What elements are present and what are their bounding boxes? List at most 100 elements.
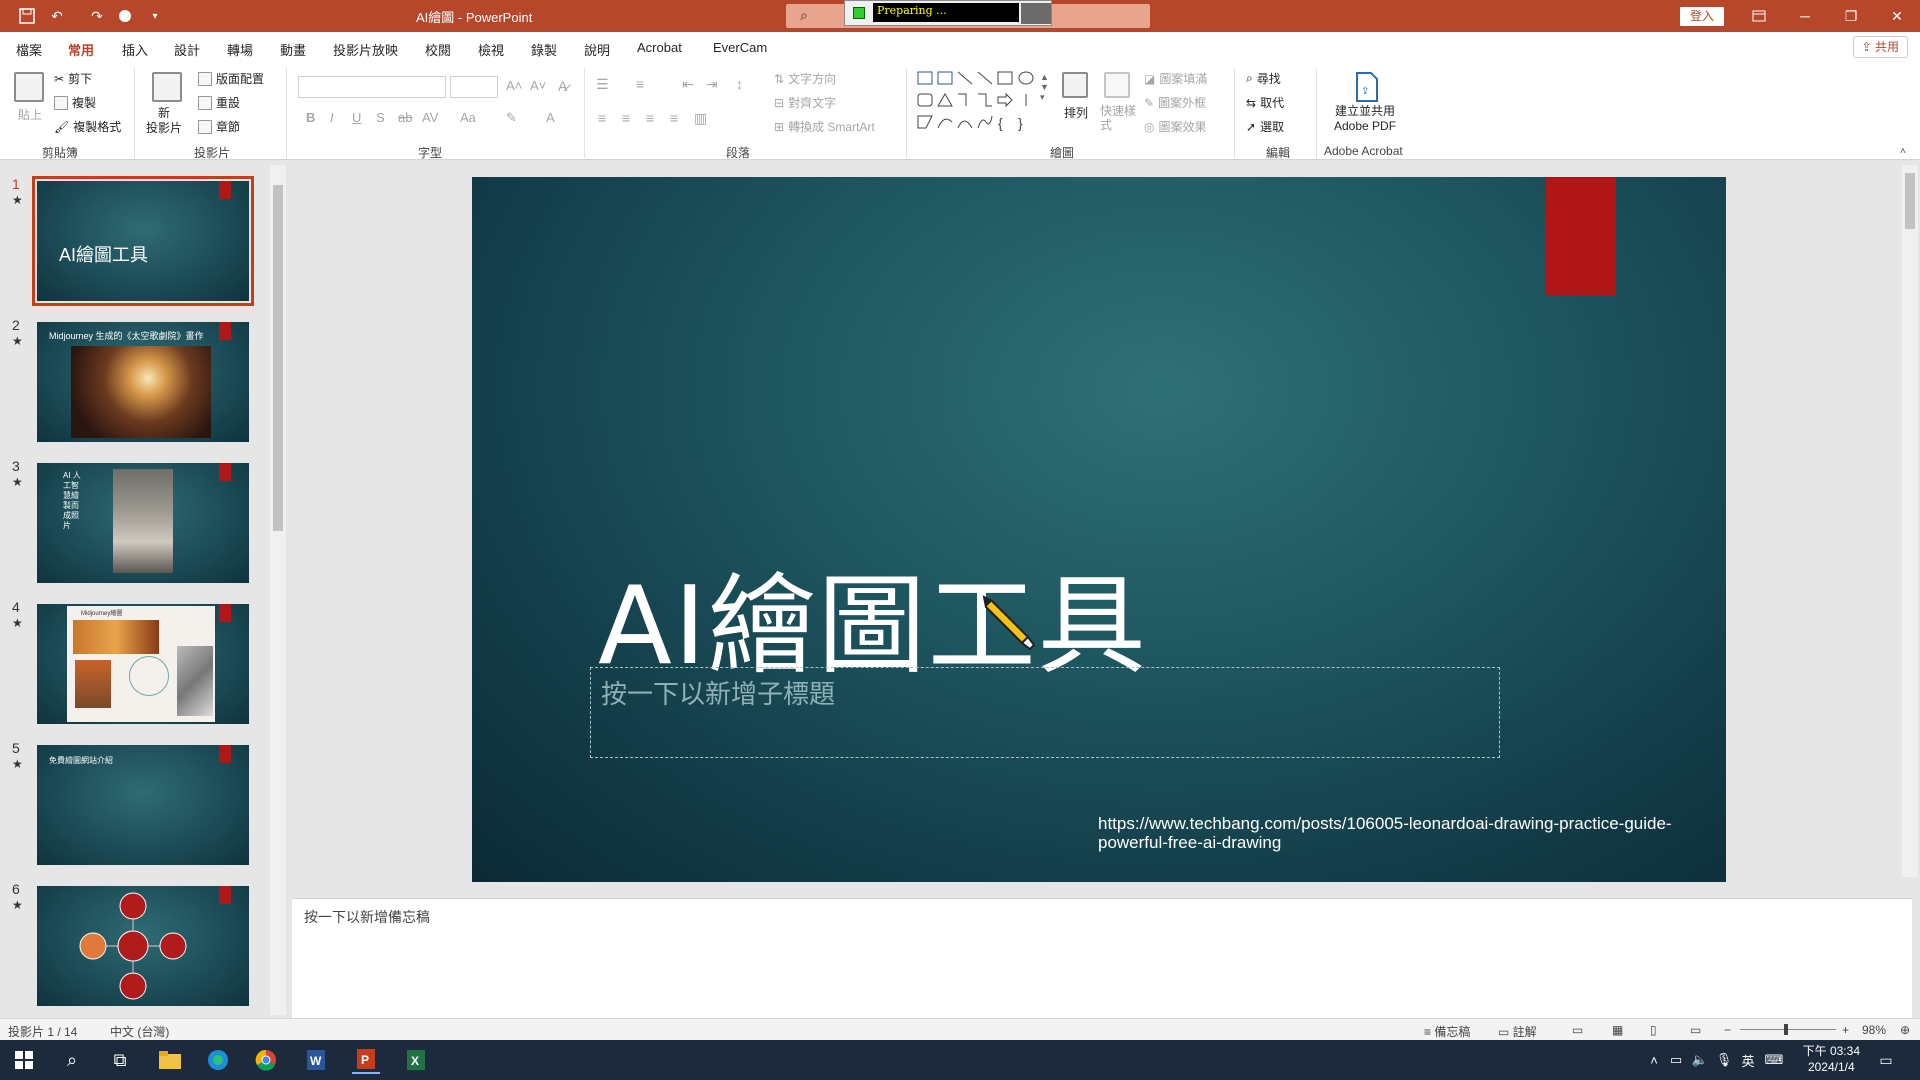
zoom-thumb[interactable] bbox=[1784, 1024, 1788, 1035]
shape-outline-button[interactable]: ✎ 圖案外框 bbox=[1144, 94, 1206, 111]
editor-scrollbar[interactable] bbox=[1902, 165, 1918, 877]
align-left-icon[interactable]: ≡ bbox=[598, 110, 606, 126]
tab-review[interactable]: 校閱 bbox=[425, 40, 451, 59]
windows-start-icon[interactable] bbox=[10, 1046, 38, 1074]
slide-url-text[interactable]: https://www.techbang.com/posts/106005-le… bbox=[1098, 814, 1718, 852]
chrome-icon[interactable] bbox=[252, 1046, 280, 1074]
decrease-indent-icon[interactable]: ⇤ bbox=[682, 76, 694, 93]
close-button[interactable]: ✕ bbox=[1874, 0, 1920, 32]
slide-sorter-icon[interactable]: ▦ bbox=[1612, 1023, 1623, 1037]
clear-format-icon[interactable]: A̷ bbox=[558, 78, 567, 94]
task-view-icon[interactable]: ⧉ bbox=[106, 1046, 134, 1074]
reading-view-icon[interactable]: ▯ bbox=[1650, 1023, 1657, 1037]
grow-font-icon[interactable]: A˄ bbox=[506, 78, 522, 93]
pdf-icon[interactable]: ⇪ bbox=[1354, 72, 1380, 102]
tab-file[interactable]: 檔案 bbox=[16, 40, 42, 59]
slide-thumbnail-2[interactable]: Midjourney 生成的《太空歌劇院》畫作 bbox=[37, 322, 249, 442]
format-painter-button[interactable]: 🖌 複製格式 bbox=[54, 118, 121, 135]
change-case-icon[interactable]: Aa bbox=[460, 110, 476, 125]
reset-button[interactable]: 重設 bbox=[198, 94, 240, 111]
zoom-in-icon[interactable]: + bbox=[1842, 1023, 1849, 1037]
redo-icon[interactable]: ↷ bbox=[86, 6, 108, 26]
new-slide-icon[interactable] bbox=[152, 72, 182, 102]
justify-icon[interactable]: ≡ bbox=[670, 110, 678, 126]
strikethrough-icon[interactable]: ab bbox=[398, 110, 412, 125]
line-spacing-icon[interactable]: ↕ bbox=[736, 76, 743, 92]
copy-button[interactable]: 複製 bbox=[54, 94, 96, 111]
notification-icon[interactable]: ▭ bbox=[1872, 1046, 1900, 1074]
font-size-combo[interactable] bbox=[450, 76, 498, 98]
slideshow-icon[interactable]: ▭ bbox=[1690, 1023, 1701, 1037]
increase-indent-icon[interactable]: ⇥ bbox=[706, 76, 718, 93]
columns-icon[interactable]: ▥ bbox=[694, 110, 707, 127]
paste-icon[interactable] bbox=[14, 72, 44, 102]
slide-canvas[interactable]: AI繪圖工具 按一下以新增子標題 https://www.techbang.co… bbox=[472, 177, 1726, 882]
quick-styles-button[interactable]: 快速樣式 bbox=[1100, 104, 1140, 132]
quick-styles-icon[interactable] bbox=[1104, 72, 1130, 98]
cut-button[interactable]: ✂ 剪下 bbox=[54, 70, 92, 87]
powerpoint-icon[interactable]: P bbox=[352, 1046, 380, 1074]
zoom-slider[interactable] bbox=[1740, 1024, 1836, 1035]
shape-effects-button[interactable]: ◎ 圖案效果 bbox=[1144, 118, 1207, 135]
notes-pane[interactable]: 按一下以新增備忘稿 bbox=[292, 898, 1912, 1018]
tab-home[interactable]: 常用 bbox=[65, 40, 97, 65]
italic-icon[interactable]: I bbox=[330, 110, 334, 125]
shapes-scroll[interactable]: ▲ ▼ ▾ bbox=[1040, 72, 1049, 103]
fit-slide-icon[interactable]: ⊕ bbox=[1900, 1023, 1910, 1037]
comments-toggle[interactable]: ▭ 註解 bbox=[1498, 1023, 1537, 1040]
zoom-out-icon[interactable]: − bbox=[1724, 1023, 1731, 1037]
replace-button[interactable]: ⇆ 取代 bbox=[1246, 94, 1284, 111]
search-icon[interactable]: ⌕ bbox=[58, 1046, 86, 1074]
font-color-icon[interactable]: A bbox=[546, 110, 555, 125]
highlight-icon[interactable]: ✎ bbox=[506, 110, 517, 126]
ime-indicator[interactable]: 英 bbox=[1734, 1046, 1762, 1074]
thumbnail-scrollbar[interactable] bbox=[270, 165, 286, 1015]
ribbon-display-icon[interactable] bbox=[1736, 0, 1782, 32]
edge-icon[interactable] bbox=[204, 1046, 232, 1074]
layout-button[interactable]: 版面配置 bbox=[198, 70, 264, 87]
shapes-gallery[interactable]: { } bbox=[916, 70, 1040, 136]
save-icon[interactable] bbox=[16, 6, 38, 26]
slide-thumbnail-3[interactable]: AI 人工智慧繪製而成照片 bbox=[37, 463, 249, 583]
smartart-button[interactable]: ⊞ 轉換成 SmartArt bbox=[774, 118, 875, 135]
record-icon[interactable] bbox=[114, 6, 136, 26]
subtitle-placeholder[interactable]: 按一下以新增子標題 bbox=[590, 667, 1500, 758]
signin-button[interactable]: 登入 bbox=[1680, 7, 1724, 26]
arrange-icon[interactable] bbox=[1062, 72, 1088, 98]
slide-thumbnail-5[interactable]: 免費繪圖網站介紹 bbox=[37, 745, 249, 865]
restore-button[interactable]: ❐ bbox=[1828, 0, 1874, 32]
notes-toggle[interactable]: ≡ 備忘稿 bbox=[1424, 1023, 1470, 1040]
ime-mode-icon[interactable]: ⌨ bbox=[1760, 1046, 1788, 1074]
find-button[interactable]: ⌕ 尋找 bbox=[1246, 70, 1281, 87]
zoom-level[interactable]: 98% bbox=[1862, 1023, 1886, 1037]
bold-icon[interactable]: B bbox=[306, 110, 315, 125]
bullets-icon[interactable]: ☰ bbox=[596, 76, 609, 93]
new-slide-button[interactable]: 新 投影片 bbox=[146, 106, 182, 136]
word-icon[interactable]: W bbox=[302, 1046, 330, 1074]
shrink-font-icon[interactable]: A˅ bbox=[530, 78, 546, 93]
shape-fill-button[interactable]: ◪ 圖案填滿 bbox=[1144, 70, 1207, 87]
tab-help[interactable]: 說明 bbox=[584, 40, 610, 59]
slide-thumbnail-1[interactable]: AI繪圖工具 bbox=[32, 176, 254, 306]
slide-thumbnail-4[interactable]: Midjourney繪圖 bbox=[37, 604, 249, 724]
align-text-button[interactable]: ⊟ 對齊文字 bbox=[774, 94, 836, 111]
underline-icon[interactable]: U bbox=[352, 110, 361, 125]
slide-thumbnail-6[interactable] bbox=[37, 886, 249, 1006]
tab-animations[interactable]: 動畫 bbox=[280, 40, 306, 59]
numbering-icon[interactable]: ≡ bbox=[636, 76, 644, 92]
select-button[interactable]: ➚ 選取 bbox=[1246, 118, 1284, 135]
paste-button[interactable]: 貼上 bbox=[18, 106, 42, 123]
arrange-button[interactable]: 排列 bbox=[1064, 104, 1088, 121]
tab-slideshow[interactable]: 投影片放映 bbox=[333, 40, 398, 59]
font-name-combo[interactable] bbox=[298, 76, 446, 98]
section-button[interactable]: 章節 bbox=[198, 118, 240, 135]
text-direction-button[interactable]: ⇅ 文字方向 bbox=[774, 70, 836, 87]
excel-icon[interactable]: X bbox=[402, 1046, 430, 1074]
tab-record[interactable]: 錄製 bbox=[531, 40, 557, 59]
tab-transitions[interactable]: 轉場 bbox=[227, 40, 253, 59]
tab-insert[interactable]: 插入 bbox=[122, 40, 148, 59]
customize-toolbar-icon[interactable]: ▾ bbox=[144, 6, 166, 26]
align-right-icon[interactable]: ≡ bbox=[646, 110, 654, 126]
language-indicator[interactable]: 中文 (台灣) bbox=[110, 1023, 169, 1040]
undo-icon[interactable]: ↶ bbox=[46, 6, 68, 26]
